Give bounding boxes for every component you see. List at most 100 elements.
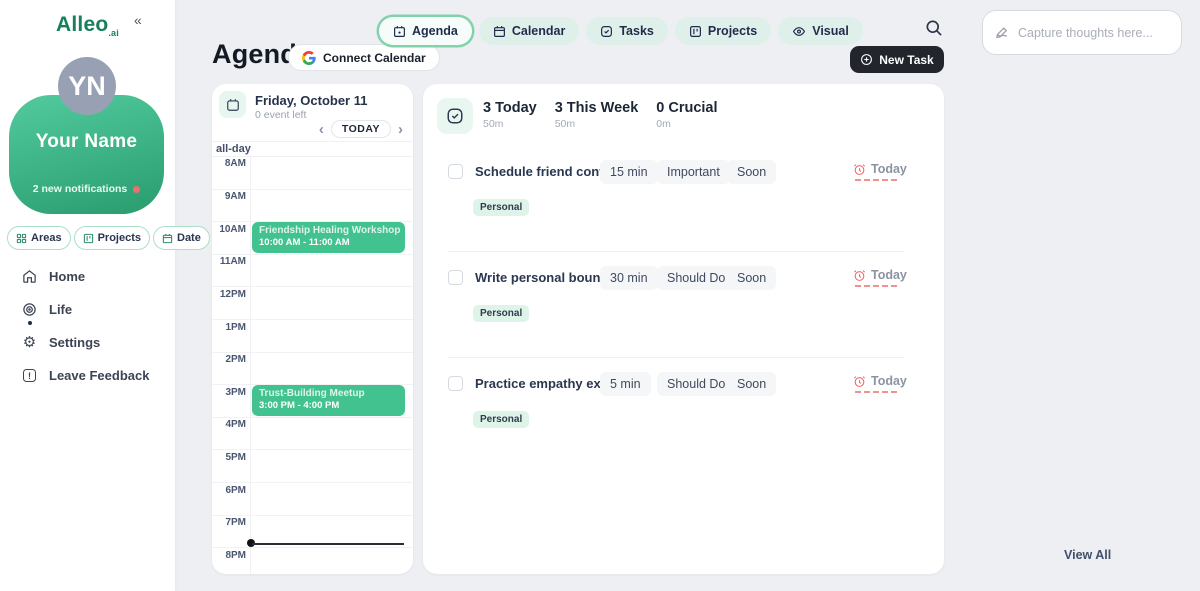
hour-label: 10AM bbox=[212, 224, 246, 235]
today-button[interactable]: TODAY bbox=[331, 120, 391, 138]
hour-label: 11AM bbox=[212, 256, 246, 267]
task-duration-chip[interactable]: 5 min bbox=[600, 372, 651, 396]
prev-day-icon[interactable]: ‹ bbox=[317, 122, 326, 137]
tasks-stats-icon bbox=[437, 98, 473, 134]
task-due-label: Today bbox=[871, 374, 907, 388]
all-day-row: all-day bbox=[212, 142, 413, 157]
task-when-chip[interactable]: Soon bbox=[727, 160, 776, 184]
tab-tasks[interactable]: Tasks bbox=[586, 17, 668, 45]
task-checkbox[interactable] bbox=[448, 376, 463, 391]
current-time-line bbox=[252, 543, 404, 545]
tab-agenda[interactable]: Agenda bbox=[379, 17, 472, 45]
hour-label: 6PM bbox=[212, 485, 246, 496]
due-underline bbox=[855, 391, 897, 393]
life-target-icon bbox=[22, 302, 37, 317]
task-divider bbox=[448, 251, 904, 252]
hour-line bbox=[212, 352, 413, 353]
life-notification-dot-icon bbox=[28, 321, 32, 325]
alarm-clock-icon bbox=[853, 163, 866, 176]
logo-suffix: .ai bbox=[108, 28, 119, 38]
hour-label: 8PM bbox=[212, 550, 246, 561]
calendar-grid: 8AM 9AM 10AM 11AM 12PM 1PM 2PM 3PM 4PM 5… bbox=[212, 141, 413, 574]
gear-icon: ⚙ bbox=[22, 335, 37, 350]
task-priority-chip[interactable]: Should Do bbox=[657, 372, 735, 396]
task-checkbox[interactable] bbox=[448, 164, 463, 179]
task-checkbox[interactable] bbox=[448, 270, 463, 285]
sidebar-item-home[interactable]: Home bbox=[0, 260, 175, 293]
agenda-icon bbox=[393, 25, 406, 38]
projects-icon bbox=[689, 25, 702, 38]
hour-line bbox=[212, 482, 413, 483]
due-underline bbox=[855, 179, 897, 181]
chip-areas-label: Areas bbox=[31, 232, 62, 244]
task-priority-chip[interactable]: Important bbox=[657, 160, 730, 184]
sidebar-item-life[interactable]: Life bbox=[0, 293, 175, 326]
task-when-chip[interactable]: Soon bbox=[727, 372, 776, 396]
new-task-label: New Task bbox=[879, 53, 933, 67]
chip-date[interactable]: Date bbox=[153, 226, 210, 250]
capture-pen-icon bbox=[995, 25, 1010, 40]
new-task-button[interactable]: New Task bbox=[850, 46, 944, 73]
tab-projects[interactable]: Projects bbox=[675, 17, 771, 45]
hour-label: 1PM bbox=[212, 322, 246, 333]
notifications-label: 2 new notifications bbox=[33, 183, 128, 195]
hour-line bbox=[212, 254, 413, 255]
task-row: Schedule friend conversation 15 min Impo… bbox=[423, 162, 944, 262]
sidebar-item-label: Leave Feedback bbox=[49, 368, 149, 383]
all-day-label: all-day bbox=[216, 143, 251, 155]
chip-areas[interactable]: Areas bbox=[7, 226, 71, 250]
top-tabs: Agenda Calendar Tasks Projects Visual bbox=[379, 17, 863, 45]
profile-name: Your Name bbox=[9, 131, 164, 153]
sidebar-nav: Home Life ⚙ Settings ! Leave Feedback bbox=[0, 260, 175, 392]
filter-chips: Areas Projects Date bbox=[7, 226, 210, 250]
task-when-chip[interactable]: Soon bbox=[727, 266, 776, 290]
stat-sub: 0m bbox=[656, 118, 717, 130]
task-duration-chip[interactable]: 15 min bbox=[600, 160, 658, 184]
task-priority-chip[interactable]: Should Do bbox=[657, 266, 735, 290]
sidebar-item-settings[interactable]: ⚙ Settings bbox=[0, 326, 175, 359]
sidebar-collapse-icon[interactable]: « bbox=[134, 12, 142, 28]
task-tag-personal[interactable]: Personal bbox=[473, 199, 529, 216]
app-page: Alleo.ai « YN Your Name 2 new notificati… bbox=[0, 0, 1200, 591]
notification-dot-icon bbox=[133, 186, 140, 193]
app-logo: Alleo.ai bbox=[0, 13, 175, 38]
chip-projects[interactable]: Projects bbox=[74, 226, 150, 250]
calendar-event[interactable]: Friendship Healing Workshop 10:00 AM - 1… bbox=[252, 222, 405, 253]
hour-label: 3PM bbox=[212, 387, 246, 398]
tab-visual[interactable]: Visual bbox=[778, 17, 863, 45]
tab-calendar[interactable]: Calendar bbox=[479, 17, 580, 45]
tab-label: Projects bbox=[708, 24, 757, 38]
calendar-header-icon bbox=[219, 91, 246, 118]
connect-calendar-button[interactable]: Connect Calendar bbox=[288, 44, 440, 71]
alarm-clock-icon bbox=[853, 375, 866, 388]
visual-eye-icon bbox=[792, 25, 806, 38]
task-tag-personal[interactable]: Personal bbox=[473, 305, 529, 322]
chip-date-label: Date bbox=[177, 232, 201, 244]
stat-today: 3 Today 50m bbox=[483, 100, 537, 130]
date-calendar-icon bbox=[162, 233, 173, 244]
search-icon[interactable] bbox=[924, 18, 946, 40]
notifications-link[interactable]: 2 new notifications bbox=[9, 183, 164, 195]
tab-label: Visual bbox=[812, 24, 849, 38]
task-due[interactable]: Today bbox=[853, 162, 907, 176]
avatar[interactable]: YN bbox=[58, 57, 116, 115]
stat-sub: 50m bbox=[483, 118, 537, 130]
task-tag-personal[interactable]: Personal bbox=[473, 411, 529, 428]
tab-label: Tasks bbox=[619, 24, 654, 38]
stat-value: 3 Today bbox=[483, 100, 537, 116]
projects-kanban-icon bbox=[83, 233, 94, 244]
sidebar-item-label: Home bbox=[49, 269, 85, 284]
task-due[interactable]: Today bbox=[853, 268, 907, 282]
capture-thoughts-input[interactable] bbox=[1018, 26, 1158, 40]
hour-line bbox=[212, 417, 413, 418]
calendar-events-left: 0 event left bbox=[255, 109, 306, 121]
calendar-icon bbox=[226, 98, 240, 112]
task-duration-chip[interactable]: 30 min bbox=[600, 266, 658, 290]
calendar-date-title: Friday, October 11 bbox=[255, 93, 367, 108]
sidebar-item-leave-feedback[interactable]: ! Leave Feedback bbox=[0, 359, 175, 392]
tasks-stats: 3 Today 50m 3 This Week 50m 0 Crucial 0m bbox=[483, 100, 718, 130]
view-all-link[interactable]: View All bbox=[1064, 548, 1111, 562]
next-day-icon[interactable]: › bbox=[396, 122, 405, 137]
calendar-event[interactable]: Trust-Building Meetup 3:00 PM - 4:00 PM bbox=[252, 385, 405, 416]
task-due[interactable]: Today bbox=[853, 374, 907, 388]
